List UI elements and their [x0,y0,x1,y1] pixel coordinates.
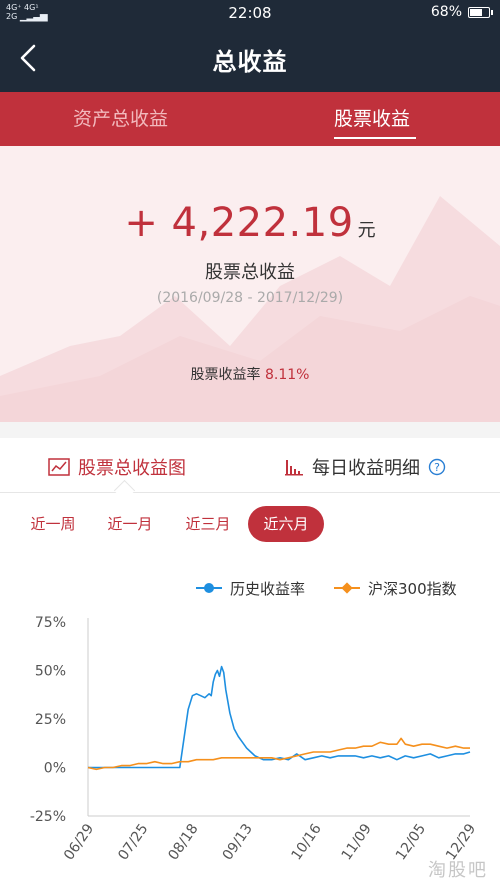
y-tick-label: 25% [35,712,66,728]
tab-total-income-chart-label: 股票总收益图 [78,458,186,479]
legend-line-blue [196,583,222,593]
x-tick-label: 07/25 [115,821,151,863]
income-summary: + 4,222.19 元 股票总收益 (2016/09/28 - 2017/12/… [0,146,500,422]
period-6-months[interactable]: 近六月 [248,506,324,542]
x-tick-label: 10/16 [289,821,325,863]
battery-percent: 68% [430,4,462,20]
y-tick-label: 75% [35,615,66,631]
legend-history-rate-label: 历史收益率 [230,579,306,598]
active-tab-indicator [334,137,416,139]
watermark-text: 淘股吧 [428,860,488,881]
x-tick-label: 12/05 [393,821,429,863]
bar-chart-icon [285,460,303,476]
y-tick-label: 50% [35,664,66,680]
svg-text:?: ? [434,461,440,474]
currency-unit: 元 [357,220,376,241]
status-bar: 4G⁺ 4G¹ 2G ▁▂▃▅ 22:08 68% [0,0,500,26]
battery-status: 68% [430,4,493,20]
income-tabs: 资产总收益 股票收益 [0,92,500,146]
legend-history-rate: 历史收益率 [196,578,305,598]
x-tick-label: 11/09 [339,821,375,863]
series-line-history-rate [88,665,471,769]
y-tick-label: 0% [44,761,66,777]
x-tick-label: 08/18 [165,821,201,863]
x-tick-label: 06/29 [61,821,97,863]
section-divider [0,422,500,438]
period-selector: 近一周 近一月 近三月 近六月 [0,506,500,542]
series-line-csi300 [87,737,470,771]
clock: 22:08 [228,4,272,22]
app-header: 总收益 [0,26,500,92]
legend-line-orange [334,582,360,594]
tab-daily-income-detail[interactable]: 每日收益明细 ? [284,454,446,480]
total-income-value: + 4,222.19 [124,200,354,246]
return-rate: 股票收益率 8.11% [0,364,500,384]
return-rate-label: 股票收益率 [190,367,261,383]
battery-icon [468,6,493,18]
tab-total-assets-income[interactable]: 资产总收益 [73,104,168,131]
income-line-chart: 75% 50% 25% 0% -25%06/29 07/25 08/18 09/13 10/16… [30,615,479,863]
legend-csi300: 沪深300指数 [334,578,457,598]
period-1-week[interactable]: 近一周 [20,506,86,542]
tab-stock-income[interactable]: 股票收益 [334,104,410,131]
page-title: 总收益 [212,48,288,76]
period-3-months[interactable]: 近三月 [175,506,241,542]
tab-total-income-chart[interactable]: 股票总收益图 [48,454,186,480]
period-1-month[interactable]: 近一月 [97,506,163,542]
line-chart-icon [48,458,70,476]
x-tick-label: 09/13 [220,821,256,863]
y-tick-label: -25% [30,809,66,825]
question-icon[interactable]: ? [428,458,446,476]
chart-type-tabs: 股票总收益图 每日收益明细 ? [0,438,500,493]
total-income: + 4,222.19 元 [0,200,500,246]
return-rate-value: 8.11% [264,367,310,383]
date-range: (2016/09/28 - 2017/12/29) [156,290,344,306]
tab-daily-income-detail-label: 每日收益明细 [312,458,420,479]
legend-csi300-label: 沪深300指数 [368,579,457,598]
total-income-label: 股票总收益 [205,262,295,283]
